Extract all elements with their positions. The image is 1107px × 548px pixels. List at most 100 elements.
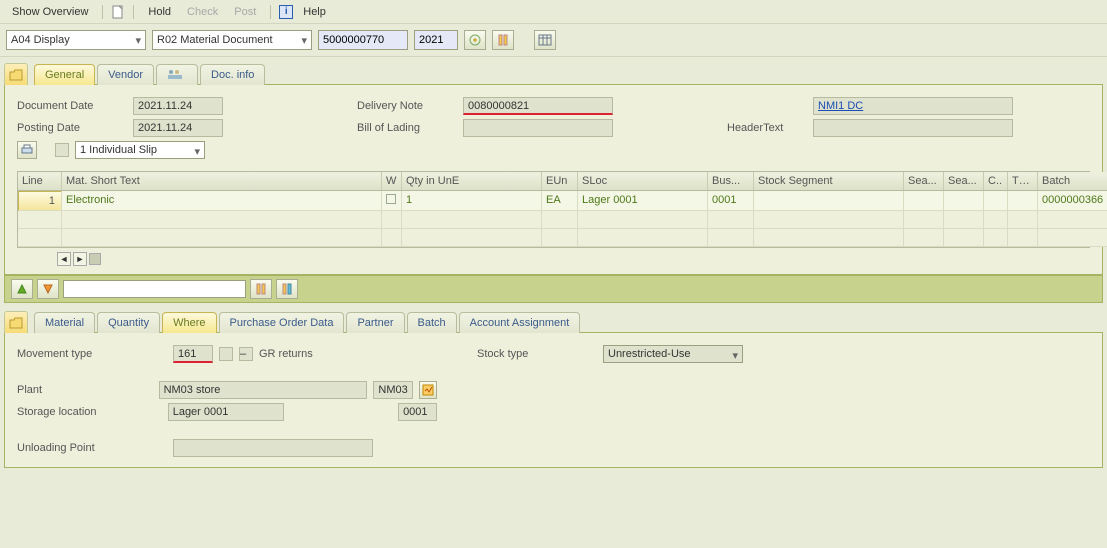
table-row[interactable]: 1 Electronic 1 EA Lager 0001 0001 000000… [18, 191, 1089, 211]
help-button[interactable]: Help [297, 4, 332, 20]
vendor-field[interactable]: NMI1 DC [813, 97, 1013, 115]
find-grid-icon[interactable] [250, 279, 272, 299]
col-eun[interactable]: EUn [542, 172, 578, 191]
tab-material[interactable]: Material [34, 312, 95, 333]
sort-desc-icon[interactable] [37, 279, 59, 299]
doc-date-field: 2021.11.24 [133, 97, 223, 115]
storage-location-label: Storage location [17, 406, 162, 418]
expand-detail-icon[interactable] [4, 311, 28, 333]
slip-checkbox[interactable] [55, 143, 69, 157]
plant-label: Plant [17, 384, 153, 396]
show-overview-button[interactable]: Show Overview [6, 4, 94, 20]
col-w[interactable]: W [382, 172, 402, 191]
col-sea2[interactable]: Sea... [944, 172, 984, 191]
header-text-field [813, 119, 1013, 137]
print-icon[interactable] [17, 141, 37, 159]
plant-detail-icon[interactable] [419, 381, 437, 399]
storage-location-code-field: 0001 [398, 403, 437, 421]
col-sea1[interactable]: Sea... [904, 172, 944, 191]
bill-of-lading-label: Bill of Lading [357, 122, 457, 134]
filter-bar: A04 Display R02 Material Document [0, 24, 1107, 57]
sort-asc-icon[interactable] [11, 279, 33, 299]
cell-th [1008, 191, 1038, 211]
bill-of-lading-field [463, 119, 613, 137]
cell-sloc: Lager 0001 [578, 191, 708, 211]
scroll-thumb[interactable] [89, 253, 101, 265]
tab-partner[interactable]: Partner [346, 312, 404, 333]
doc-date-label: Document Date [17, 100, 127, 112]
scroll-right-icon[interactable]: ► [73, 252, 87, 266]
header-panel: General Vendor Doc. info Document Date 2… [4, 63, 1103, 275]
detail-body: Movement type 161 – GR returns Plant NM0… [4, 333, 1103, 468]
stock-type-select[interactable]: Unrestricted-Use [603, 345, 743, 363]
tab-doc-info[interactable]: Doc. info [200, 64, 265, 85]
delivery-note-label: Delivery Note [357, 100, 457, 112]
posting-date-field: 2021.11.24 [133, 119, 223, 137]
detail-panel: Material Quantity Where Purchase Order D… [4, 311, 1103, 468]
cell-w [382, 191, 402, 211]
tab-purchase-order-data[interactable]: Purchase Order Data [219, 312, 345, 333]
tab-partner-icon[interactable] [156, 64, 198, 85]
find-icon[interactable] [492, 30, 514, 50]
find-next-icon[interactable] [276, 279, 298, 299]
expand-header-icon[interactable] [4, 63, 28, 85]
scroll-left-icon[interactable]: ◄ [57, 252, 71, 266]
action-select[interactable]: A04 Display [6, 30, 146, 50]
check-button: Check [181, 4, 224, 20]
cell-batch: 0000000366 [1038, 191, 1107, 211]
tab-where[interactable]: Where [162, 312, 216, 333]
cell-qty: 1 [402, 191, 542, 211]
grid-search-input[interactable] [63, 280, 246, 298]
gr-flag-1 [219, 347, 233, 361]
tab-vendor[interactable]: Vendor [97, 64, 154, 85]
cell-mat: Electronic [62, 191, 382, 211]
cell-eun: EA [542, 191, 578, 211]
cell-c [984, 191, 1008, 211]
col-stockseg[interactable]: Stock Segment [754, 172, 904, 191]
document-icon[interactable] [111, 5, 125, 19]
help-icon[interactable]: i [279, 5, 293, 19]
cell-sea1 [904, 191, 944, 211]
header-body: Document Date 2021.11.24 Posting Date 20… [4, 85, 1103, 275]
stock-type-label: Stock type [477, 348, 597, 360]
movement-type-field: 161 [173, 345, 213, 363]
unloading-point-field [173, 439, 373, 457]
tab-account-assignment[interactable]: Account Assignment [459, 312, 581, 333]
grid-header: Line Mat. Short Text W Qty in UnE EUn SL… [18, 172, 1089, 191]
delivery-note-field: 0080000821 [463, 97, 613, 115]
item-grid: Line Mat. Short Text W Qty in UnE EUn SL… [17, 171, 1090, 248]
col-qty[interactable]: Qty in UnE [402, 172, 542, 191]
col-mat[interactable]: Mat. Short Text [62, 172, 382, 191]
slip-select[interactable]: 1 Individual Slip [75, 141, 205, 159]
col-sloc[interactable]: SLoc [578, 172, 708, 191]
gr-returns-label: GR returns [259, 348, 313, 360]
doc-number-input[interactable] [318, 30, 408, 50]
cell-line: 1 [18, 191, 62, 211]
app-toolbar: Show Overview Hold Check Post i Help [0, 0, 1107, 24]
hold-button[interactable]: Hold [142, 4, 177, 20]
unloading-point-label: Unloading Point [17, 442, 167, 454]
grid-hscroll[interactable]: ◄ ► [57, 252, 1090, 266]
col-th[interactable]: Th... [1008, 172, 1038, 191]
tab-quantity[interactable]: Quantity [97, 312, 160, 333]
cell-bus: 0001 [708, 191, 754, 211]
movement-type-label: Movement type [17, 348, 167, 360]
grid-toolbar [4, 275, 1103, 303]
col-line[interactable]: Line [18, 172, 62, 191]
year-input[interactable] [414, 30, 458, 50]
tab-general[interactable]: General [34, 64, 95, 85]
layout-icon[interactable] [534, 30, 556, 50]
gr-flag-2: – [239, 347, 253, 361]
execute-icon[interactable] [464, 30, 486, 50]
cell-sea2 [944, 191, 984, 211]
col-bus[interactable]: Bus... [708, 172, 754, 191]
table-row [18, 229, 1089, 247]
col-batch[interactable]: Batch [1038, 172, 1107, 191]
detail-tabstrip: Material Quantity Where Purchase Order D… [34, 311, 1103, 333]
partner-icon [167, 68, 183, 83]
doc-type-select[interactable]: R02 Material Document [152, 30, 312, 50]
tab-batch[interactable]: Batch [407, 312, 457, 333]
col-c[interactable]: C.. [984, 172, 1008, 191]
plant-text-field: NM03 store [159, 381, 368, 399]
header-tabstrip: General Vendor Doc. info [34, 63, 1103, 85]
